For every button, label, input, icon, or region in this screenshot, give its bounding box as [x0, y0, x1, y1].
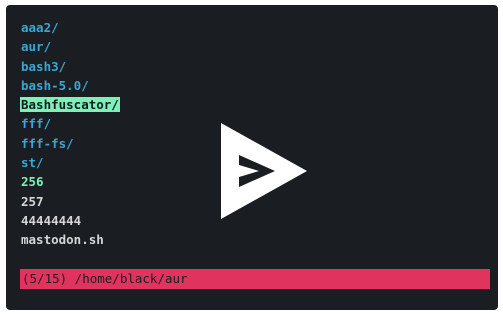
list-item-label: aaa2/	[21, 20, 59, 35]
list-item[interactable]: 44444444	[20, 211, 120, 230]
list-item-label: Bashfuscator/	[20, 97, 120, 113]
list-item-label: aur/	[21, 39, 52, 55]
list-item-label: 44444444	[21, 212, 82, 228]
list-item-label: fff-fs/	[21, 135, 74, 151]
list-item[interactable]: 256	[20, 172, 120, 191]
play-icon[interactable]	[219, 121, 309, 221]
status-bar: (5/15) /home/black/aur	[20, 269, 490, 289]
list-item-label: fff/	[21, 116, 52, 132]
list-item[interactable]: aur/	[20, 37, 120, 56]
list-item-label: mastodon.sh	[21, 232, 104, 248]
list-item-label: bash3/	[21, 58, 67, 74]
list-item-label: 256	[21, 174, 44, 190]
list-item[interactable]: 257	[20, 192, 120, 211]
list-item-label: 257	[21, 193, 44, 209]
list-item-label: bash-5.0/	[21, 77, 89, 93]
list-item[interactable]: st/	[20, 153, 120, 172]
terminal-window: aaa2/ aur/ bash3/ bash-5.0/ Bashfuscator…	[6, 5, 498, 310]
list-item[interactable]: mastodon.sh	[20, 230, 120, 249]
list-item[interactable]: aaa2/	[20, 18, 120, 37]
list-item[interactable]: fff/	[20, 114, 120, 133]
list-item-selected[interactable]: Bashfuscator/	[20, 95, 120, 114]
list-item[interactable]: bash-5.0/	[20, 76, 120, 95]
file-list: aaa2/ aur/ bash3/ bash-5.0/ Bashfuscator…	[20, 18, 120, 250]
list-item-label: st/	[21, 155, 44, 171]
list-item[interactable]: bash3/	[20, 57, 120, 76]
list-item[interactable]: fff-fs/	[20, 134, 120, 153]
